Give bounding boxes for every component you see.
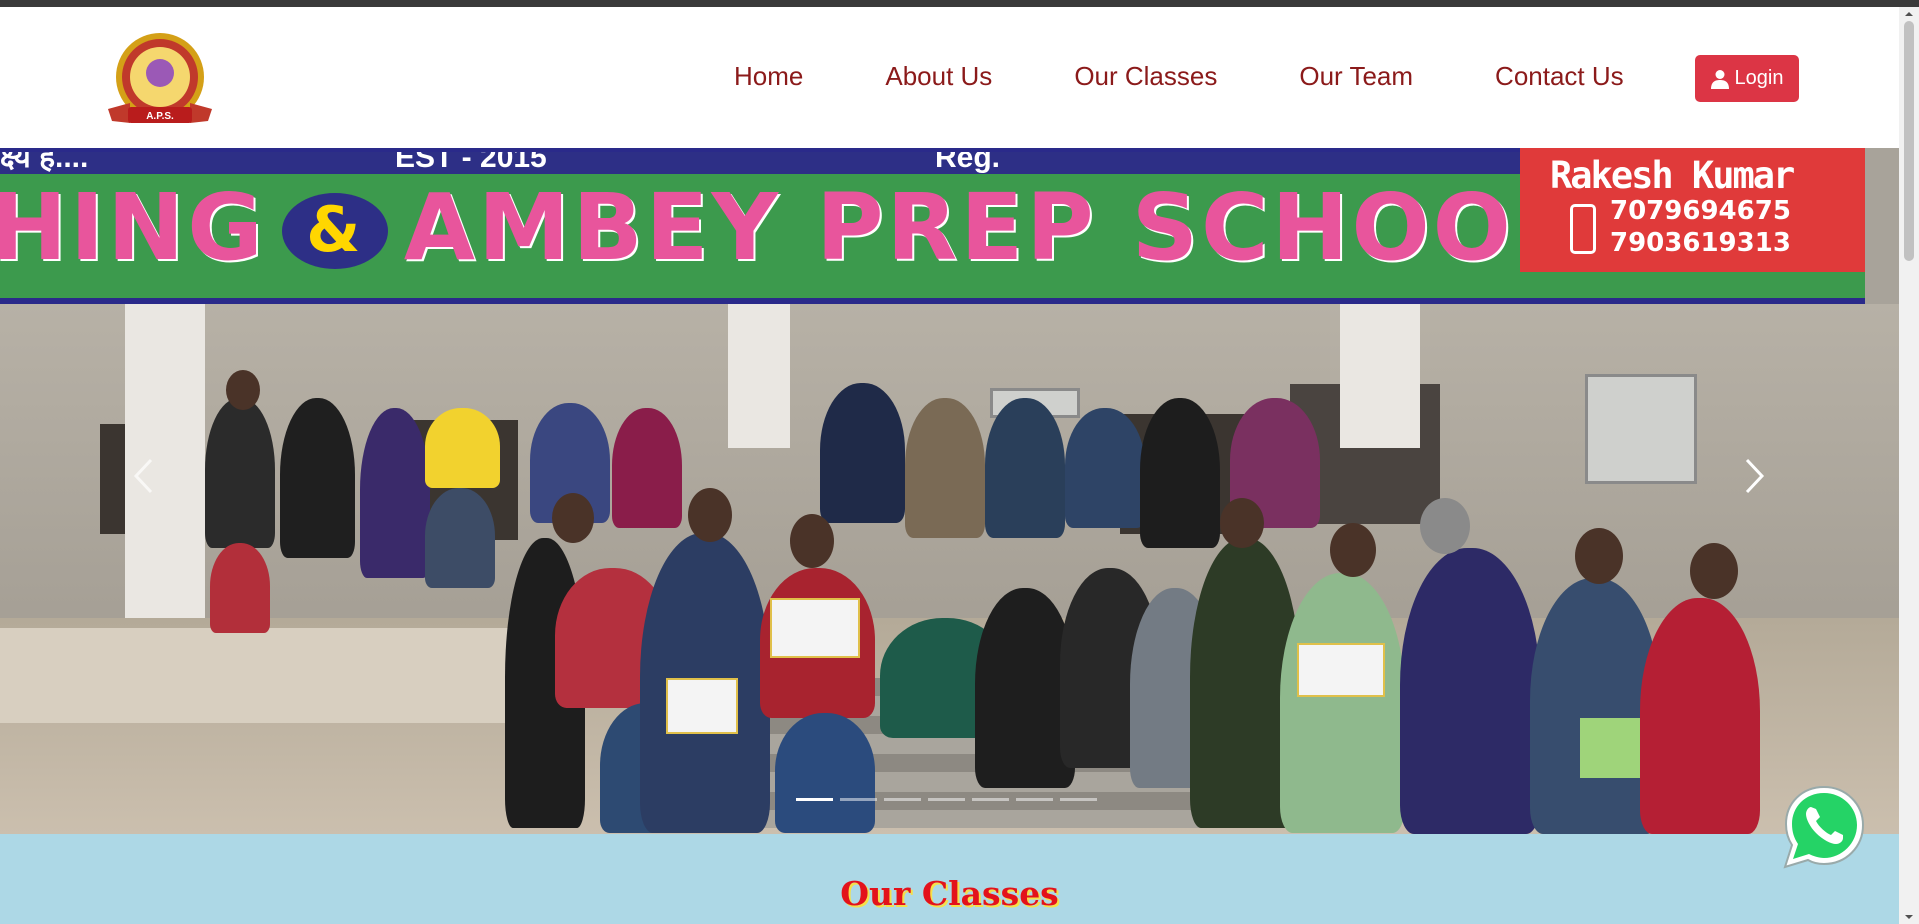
banner-phone-1: 7079694675: [1610, 196, 1791, 226]
banner-top-right: Reg.: [935, 152, 1001, 174]
banner-title-right: AMBEY PREP SCHOOL: [403, 174, 1576, 281]
banner-title-left: HING: [0, 174, 266, 281]
carousel-indicator-7[interactable]: [1060, 798, 1097, 801]
carousel-indicator-4[interactable]: [928, 798, 965, 801]
user-icon: [1710, 69, 1729, 89]
banner-phone-2: 7903619313: [1610, 228, 1791, 258]
banner-title: HING & AMBEY PREP SCHOOL: [0, 174, 1576, 281]
section-title: Our Classes: [840, 874, 1059, 913]
navbar: A.P.S. Home About Us Our Classes Our Tea…: [0, 7, 1899, 148]
banner-contact-panel: Rakesh Kumar 7079694675 7903619313: [1520, 148, 1865, 272]
phone-icon: [1570, 204, 1596, 254]
nav-about-us[interactable]: About Us: [885, 61, 992, 92]
banner-ampersand: &: [281, 193, 388, 269]
banner-top-mid: EST - 2015: [395, 152, 547, 174]
chevron-left-icon: [133, 458, 153, 494]
slide-banner: क्ष्य है.... EST - 2015 Reg. HING & AMBEY …: [0, 148, 1865, 304]
banner-top-left: क्ष्य है....: [0, 152, 89, 174]
carousel-indicator-6[interactable]: [1016, 798, 1053, 801]
nav-home[interactable]: Home: [734, 61, 803, 92]
logo-text: A.P.S.: [146, 111, 174, 122]
carousel-indicators: [796, 798, 1104, 801]
carousel-indicator-3[interactable]: [884, 798, 921, 801]
carousel-prev-button[interactable]: [118, 451, 168, 501]
carousel-indicator-2[interactable]: [840, 798, 877, 801]
scroll-up-icon[interactable]: [1904, 9, 1914, 19]
nav-our-team[interactable]: Our Team: [1299, 61, 1413, 92]
page: A.P.S. Home About Us Our Classes Our Tea…: [0, 7, 1899, 924]
page-scrollbar[interactable]: [1899, 7, 1919, 924]
hero-carousel[interactable]: क्ष्य है.... EST - 2015 Reg. HING & AMBEY …: [0, 148, 1899, 834]
banner-top-strip: क्ष्य है.... EST - 2015 Reg.: [0, 152, 1520, 174]
carousel-indicator-1[interactable]: [796, 798, 833, 801]
nav-our-classes[interactable]: Our Classes: [1074, 61, 1217, 92]
browser-top-edge: [0, 0, 1919, 7]
nav-contact-us[interactable]: Contact Us: [1495, 61, 1624, 92]
login-button[interactable]: Login: [1695, 55, 1799, 102]
banner-name: Rakesh Kumar: [1550, 154, 1795, 197]
scroll-thumb[interactable]: [1904, 21, 1914, 261]
scroll-down-icon[interactable]: [1904, 912, 1914, 922]
main-nav: Home About Us Our Classes Our Team Conta…: [734, 61, 1624, 92]
login-label: Login: [1734, 67, 1784, 89]
whatsapp-icon[interactable]: [1781, 783, 1867, 869]
carousel-indicator-5[interactable]: [972, 798, 1009, 801]
school-logo[interactable]: A.P.S.: [100, 31, 220, 131]
carousel-next-button[interactable]: [1730, 451, 1780, 501]
chevron-right-icon: [1745, 458, 1765, 494]
our-classes-section: Our Classes: [0, 834, 1899, 924]
